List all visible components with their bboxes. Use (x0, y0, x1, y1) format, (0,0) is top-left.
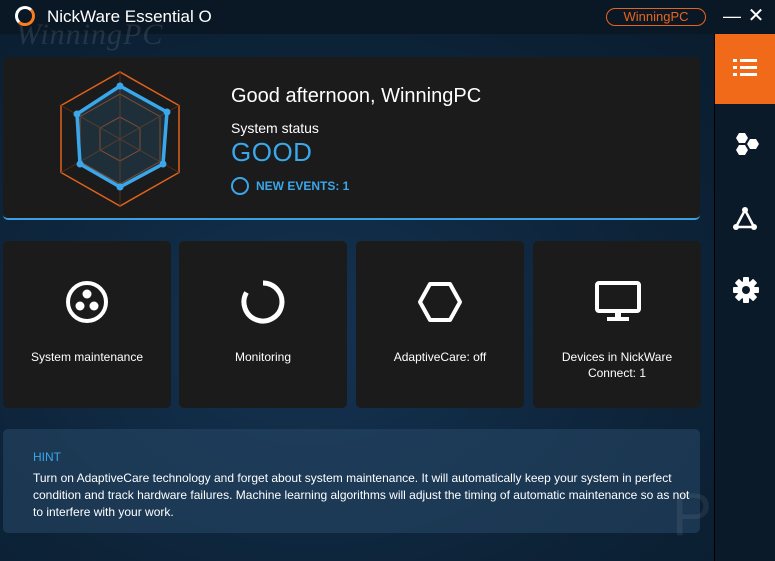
maintenance-icon (66, 281, 108, 323)
hint-panel: HINT Turn on AdaptiveCare technology and… (3, 429, 700, 533)
list-icon (733, 59, 757, 76)
system-status-label: System status (231, 120, 319, 136)
hint-text: Turn on AdaptiveCare technology and forg… (33, 471, 690, 519)
nav-dashboard[interactable] (715, 34, 775, 104)
nav-network[interactable] (715, 184, 775, 254)
hexagons-icon (736, 133, 759, 155)
tile-monitoring[interactable]: Monitoring (179, 241, 347, 408)
tile-system-maintenance[interactable]: System maintenance (3, 241, 171, 408)
new-events-label: NEW EVENTS: 1 (256, 179, 350, 193)
tile-label: AdaptiveCare: off (393, 350, 487, 364)
tile-label: Devices in NickWare Connect: 1 (561, 350, 673, 380)
right-nav-rail (714, 34, 775, 561)
status-panel: Good afternoon, WinningPC System status … (3, 57, 700, 220)
tile-label: System maintenance (30, 350, 144, 364)
user-badge[interactable]: WinningPC (606, 8, 706, 26)
greeting-text: Good afternoon, WinningPC (231, 85, 482, 107)
nav-modules[interactable] (715, 109, 775, 179)
nav-settings[interactable] (715, 254, 775, 324)
hint-title: HINT (33, 450, 61, 464)
monitor-icon (595, 281, 641, 321)
radar-chart-icon (60, 71, 180, 207)
tile-label: Monitoring (234, 350, 292, 364)
network-icon (733, 207, 757, 230)
hexagon-icon (418, 282, 462, 322)
minimize-button[interactable]: — (722, 6, 742, 26)
close-button[interactable]: ✕ (746, 6, 766, 26)
watermark-text: WinningPC (16, 18, 164, 51)
events-circle-icon (231, 177, 249, 195)
tile-devices[interactable]: Devices in NickWare Connect: 1 (533, 241, 701, 408)
gear-icon (733, 277, 759, 303)
title-bar: NickWare Essential O WinningPC WinningPC… (0, 0, 775, 51)
system-status-value: GOOD (231, 137, 313, 167)
tile-adaptivecare[interactable]: AdaptiveCare: off (356, 241, 524, 408)
monitoring-ring-icon (241, 280, 285, 324)
